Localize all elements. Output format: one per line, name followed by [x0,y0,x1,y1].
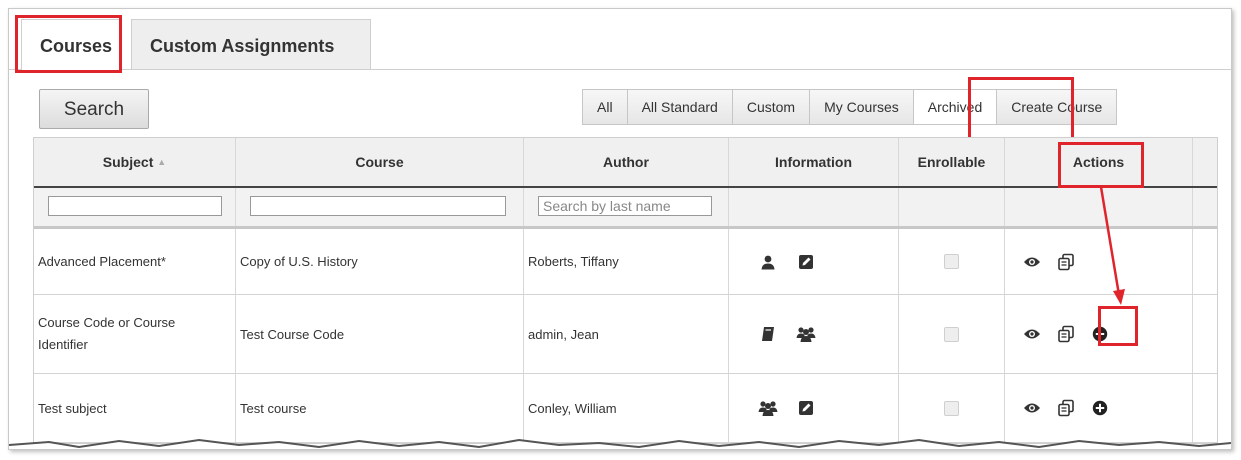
copy-icon[interactable] [1055,323,1077,345]
information-cell [729,374,899,442]
add-circle-icon[interactable] [1089,397,1111,419]
group-icon[interactable] [795,323,817,345]
enrollable-cell [899,374,1005,442]
subject-filter-input[interactable] [48,196,222,216]
subject-cell: Test subject [34,374,236,442]
subject-cell: Advanced Placement* [34,229,236,294]
courses-panel: Courses Custom Assignments Search All Al… [8,8,1232,450]
filter-my-courses-button[interactable]: My Courses [809,89,914,125]
enrollable-checkbox[interactable] [944,400,959,416]
search-button[interactable]: Search [39,89,149,129]
filter-all-standard-button[interactable]: All Standard [626,89,733,125]
annotation-arrow [1099,186,1125,305]
author-cell: Conley, William [524,374,729,442]
table-row[interactable]: Course Code or Course Identifier Test Co… [34,295,1217,374]
information-cell [729,229,899,294]
create-course-button[interactable]: Create Course [996,89,1118,125]
enrollable-cell [899,295,1005,373]
add-circle-icon[interactable] [1089,323,1111,345]
edit-note-icon[interactable] [795,397,817,419]
enrollable-checkbox[interactable] [944,254,959,269]
author-cell: Roberts, Tiffany [524,229,729,294]
book-icon[interactable] [757,323,779,345]
view-eye-icon[interactable] [1021,397,1043,419]
view-eye-icon[interactable] [1021,323,1043,345]
course-cell: Test Course Code [236,295,524,373]
enrollable-checkbox[interactable] [944,326,959,342]
filter-row [34,188,1217,229]
copy-icon[interactable] [1055,251,1077,273]
course-cell: Test course [236,374,524,442]
information-cell [729,295,899,373]
actions-cell [1005,374,1193,442]
course-filter-input[interactable] [250,196,506,216]
table-row[interactable]: Test subject Test course Conley, William [34,374,1217,443]
copy-icon[interactable] [1055,397,1077,419]
edit-note-icon[interactable] [795,251,817,273]
column-header-information: Information [729,138,899,186]
user-icon[interactable] [757,251,779,273]
column-header-author[interactable]: Author [524,138,729,186]
table-row[interactable]: Advanced Placement* Copy of U.S. History… [34,229,1217,295]
filter-custom-button[interactable]: Custom [731,89,811,125]
tab-custom-assignments[interactable]: Custom Assignments [131,19,371,69]
table-header: Subject ▲ Course Author Information Enro… [34,138,1217,188]
author-filter-input[interactable] [538,196,712,216]
column-header-course[interactable]: Course [236,138,524,186]
tab-courses[interactable]: Courses [21,19,121,70]
author-cell: admin, Jean [524,295,729,373]
filter-archived-button[interactable]: Archived [912,89,998,125]
filter-all-button[interactable]: All [582,89,628,125]
course-cell: Copy of U.S. History [236,229,524,294]
torn-edge [9,438,1231,449]
view-eye-icon[interactable] [1021,251,1043,273]
group-icon[interactable] [757,397,779,419]
courses-table: Subject ▲ Course Author Information Enro… [33,137,1218,444]
subject-cell: Course Code or Course Identifier [34,295,236,373]
sort-ascending-icon: ▲ [157,157,167,167]
column-header-subject[interactable]: Subject ▲ [34,138,236,186]
tab-bar: Courses Custom Assignments [9,9,1231,70]
column-header-enrollable: Enrollable [899,138,1005,186]
enrollable-cell [899,229,1005,294]
header-scroll-spacer [1193,138,1217,186]
filter-button-group: All All Standard Custom My Courses Archi… [582,89,1118,125]
